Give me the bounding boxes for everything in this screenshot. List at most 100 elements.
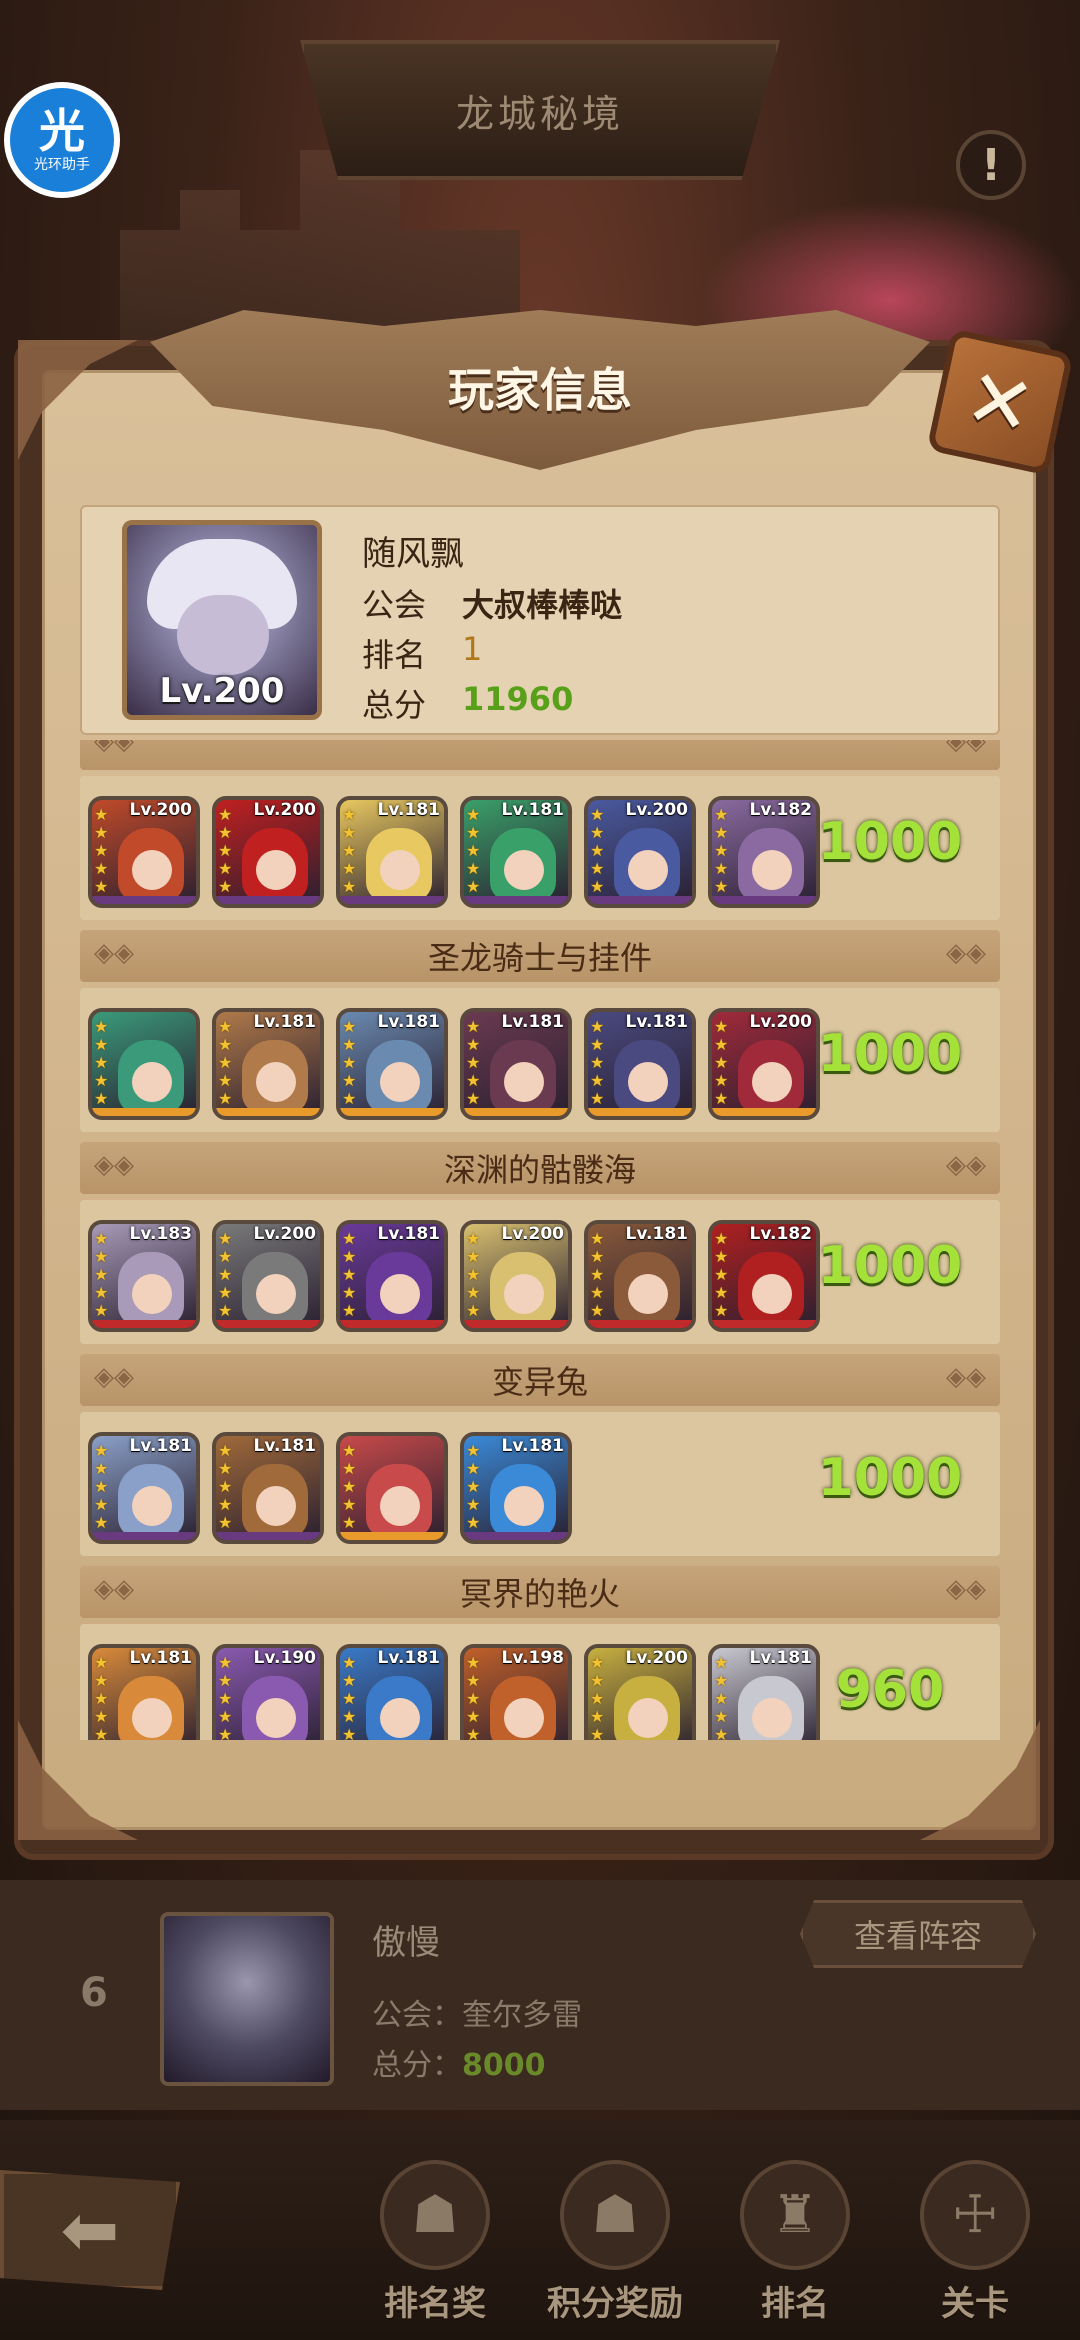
hero-rarity-bar — [588, 896, 692, 904]
hero-rarity-bar — [464, 1108, 568, 1116]
hero-face — [628, 1698, 668, 1738]
hero-face — [132, 1486, 172, 1526]
screen-title: 龙城秘境 — [455, 91, 624, 136]
player-avatar: Lv.200 — [122, 520, 322, 720]
hero-card[interactable]: ★ ★ ★ ★ ★ Lv.181 — [336, 1644, 448, 1740]
hero-level: Lv.200 — [625, 1648, 688, 1668]
hero-card[interactable]: ★ ★ ★ ★ ★ Lv.190 — [212, 1644, 324, 1740]
hero-stars: ★ ★ ★ ★ ★ — [342, 1653, 357, 1741]
team-header: 深渊的骷髅海 — [80, 1142, 1000, 1194]
hero-stars: ★ ★ ★ ★ ★ — [94, 1017, 109, 1108]
team-header: 冥界的艳火 — [80, 1566, 1000, 1618]
team-list[interactable]: ★ ★ ★ ★ ★ Lv.200 ★ ★ ★ ★ ★ Lv.200 ★ ★ ★ ★ ★ L… — [80, 740, 1000, 1740]
hero-face — [380, 1698, 420, 1738]
hero-stars: ★ ★ ★ ★ ★ — [466, 805, 481, 896]
hero-card[interactable]: ★ ★ ★ ★ ★ Lv.181 — [336, 1220, 448, 1332]
helper-badge-label: 光环助手 — [34, 157, 90, 173]
nav-item[interactable]: ☗ 排名奖 — [350, 2160, 520, 2340]
hero-stars: ★ ★ ★ ★ ★ — [590, 805, 605, 896]
hero-card[interactable]: ★ ★ ★ ★ ★ — [336, 1432, 448, 1544]
hero-card[interactable]: ★ ★ ★ ★ ★ Lv.181 — [584, 1008, 696, 1120]
hero-card[interactable]: ★ ★ ★ ★ ★ Lv.181 — [88, 1644, 200, 1740]
team-name: 深渊的骷髅海 — [443, 1151, 636, 1189]
hero-stars: ★ ★ ★ ★ ★ — [94, 1653, 109, 1741]
nav-label: 关卡 — [941, 2284, 1009, 2324]
hero-rarity-bar — [216, 1108, 320, 1116]
hero-face — [256, 850, 296, 890]
hero-level: Lv.181 — [253, 1012, 316, 1032]
hero-card[interactable]: ★ ★ ★ ★ ★ Lv.200 — [584, 796, 696, 908]
hero-card[interactable]: ★ ★ ★ ★ ★ Lv.181 — [584, 1220, 696, 1332]
helper-badge-glyph: 光 — [39, 104, 85, 158]
back-button[interactable]: ⬅ — [0, 2170, 180, 2290]
hero-stars: ★ ★ ★ ★ ★ — [342, 1229, 357, 1320]
view-lineup-button[interactable]: 查看阵容 — [800, 1900, 1036, 1968]
hero-face — [132, 1698, 172, 1738]
team-header — [80, 740, 1000, 770]
hero-card[interactable]: ★ ★ ★ ★ ★ Lv.200 — [88, 796, 200, 908]
player-name: 随风飘 — [362, 534, 464, 574]
hero-stars: ★ ★ ★ ★ ★ — [94, 1229, 109, 1320]
info-button[interactable]: ! — [956, 130, 1026, 200]
hero-face — [628, 1274, 668, 1314]
team-row: ★ ★ ★ ★ ★ Lv.200 ★ ★ ★ ★ ★ Lv.200 ★ ★ ★ ★ ★ L… — [80, 776, 1000, 920]
hero-card[interactable]: ★ ★ ★ ★ ★ Lv.181 — [336, 1008, 448, 1120]
hero-rarity-bar — [588, 1108, 692, 1116]
hero-card[interactable]: ★ ★ ★ ★ ★ Lv.183 — [88, 1220, 200, 1332]
info-icon: ! — [980, 139, 1002, 191]
hero-face — [132, 1062, 172, 1102]
hero-card[interactable]: ★ ★ ★ ★ ★ Lv.181 — [460, 1008, 572, 1120]
hero-face — [504, 1274, 544, 1314]
hero-face — [752, 1062, 792, 1102]
hero-rarity-bar — [712, 1108, 816, 1116]
rank-value: 1 — [462, 630, 483, 668]
close-button[interactable]: ✕ — [926, 328, 1074, 476]
close-icon: ✕ — [957, 349, 1043, 455]
nav-item[interactable]: ♜ 排名 — [710, 2160, 880, 2340]
hero-face — [132, 1274, 172, 1314]
hero-rarity-bar — [340, 1320, 444, 1328]
hero-rarity-bar — [92, 1108, 196, 1116]
hero-card[interactable]: ★ ★ ★ ★ ★ Lv.181 — [212, 1008, 324, 1120]
trophy-icon: ☗ — [380, 2160, 490, 2270]
avatar-face — [177, 595, 269, 675]
hero-card[interactable]: ★ ★ ★ ★ ★ Lv.181 — [460, 796, 572, 908]
hero-card[interactable]: ★ ★ ★ ★ ★ Lv.181 — [460, 1432, 572, 1544]
hero-level: Lv.181 — [377, 1648, 440, 1668]
nav-item[interactable]: ☗ 积分奖励 — [530, 2160, 700, 2340]
rank-label: 排名 — [362, 636, 427, 674]
team-name: 圣龙骑士与挂件 — [427, 939, 652, 977]
helper-app-icon: 光 光环助手 — [10, 88, 114, 192]
leaderboard-guild-line: 公会：奎尔多雷 — [372, 1990, 582, 2034]
hero-level: Lv.181 — [253, 1436, 316, 1456]
nav-item[interactable]: ☩ 关卡 — [890, 2160, 1060, 2340]
team-row: ★ ★ ★ ★ ★ ★ ★ ★ ★ ★ Lv.181 ★ ★ ★ ★ ★ Lv.181 ★… — [80, 988, 1000, 1132]
team-score: 960 — [835, 1660, 945, 1720]
player-score-row: 总分 11960 — [362, 680, 573, 726]
hero-card[interactable]: ★ ★ ★ ★ ★ Lv.200 — [212, 796, 324, 908]
hero-card[interactable]: ★ ★ ★ ★ ★ Lv.198 — [460, 1644, 572, 1740]
hero-card[interactable]: ★ ★ ★ ★ ★ — [88, 1008, 200, 1120]
hero-card[interactable]: ★ ★ ★ ★ ★ Lv.200 — [584, 1644, 696, 1740]
helper-app-badge[interactable]: 光 光环助手 — [4, 82, 120, 198]
hero-card[interactable]: ★ ★ ★ ★ ★ Lv.181 — [88, 1432, 200, 1544]
team-row: ★ ★ ★ ★ ★ Lv.183 ★ ★ ★ ★ ★ Lv.200 ★ ★ ★ ★ ★ L… — [80, 1200, 1000, 1344]
team-score: 1000 — [817, 812, 963, 872]
hero-card[interactable]: ★ ★ ★ ★ ★ Lv.181 — [212, 1432, 324, 1544]
hero-face — [628, 850, 668, 890]
hero-rarity-bar — [216, 1532, 320, 1540]
player-level: Lv.200 — [159, 671, 285, 711]
leaderboard-player-name: 傲慢 — [372, 1923, 440, 1963]
hero-level: Lv.200 — [253, 1224, 316, 1244]
team-header: 圣龙骑士与挂件 — [80, 930, 1000, 982]
hero-stars: ★ ★ ★ ★ ★ — [714, 1017, 729, 1108]
hero-card[interactable]: ★ ★ ★ ★ ★ Lv.181 — [336, 796, 448, 908]
hero-face — [628, 1062, 668, 1102]
hero-level: Lv.181 — [501, 1012, 564, 1032]
hero-card[interactable]: ★ ★ ★ ★ ★ Lv.200 — [460, 1220, 572, 1332]
hero-card[interactable]: ★ ★ ★ ★ ★ Lv.200 — [212, 1220, 324, 1332]
hero-rarity-bar — [712, 1320, 816, 1328]
hero-face — [752, 850, 792, 890]
hero-rarity-bar — [464, 1532, 568, 1540]
hero-face — [256, 1698, 296, 1738]
